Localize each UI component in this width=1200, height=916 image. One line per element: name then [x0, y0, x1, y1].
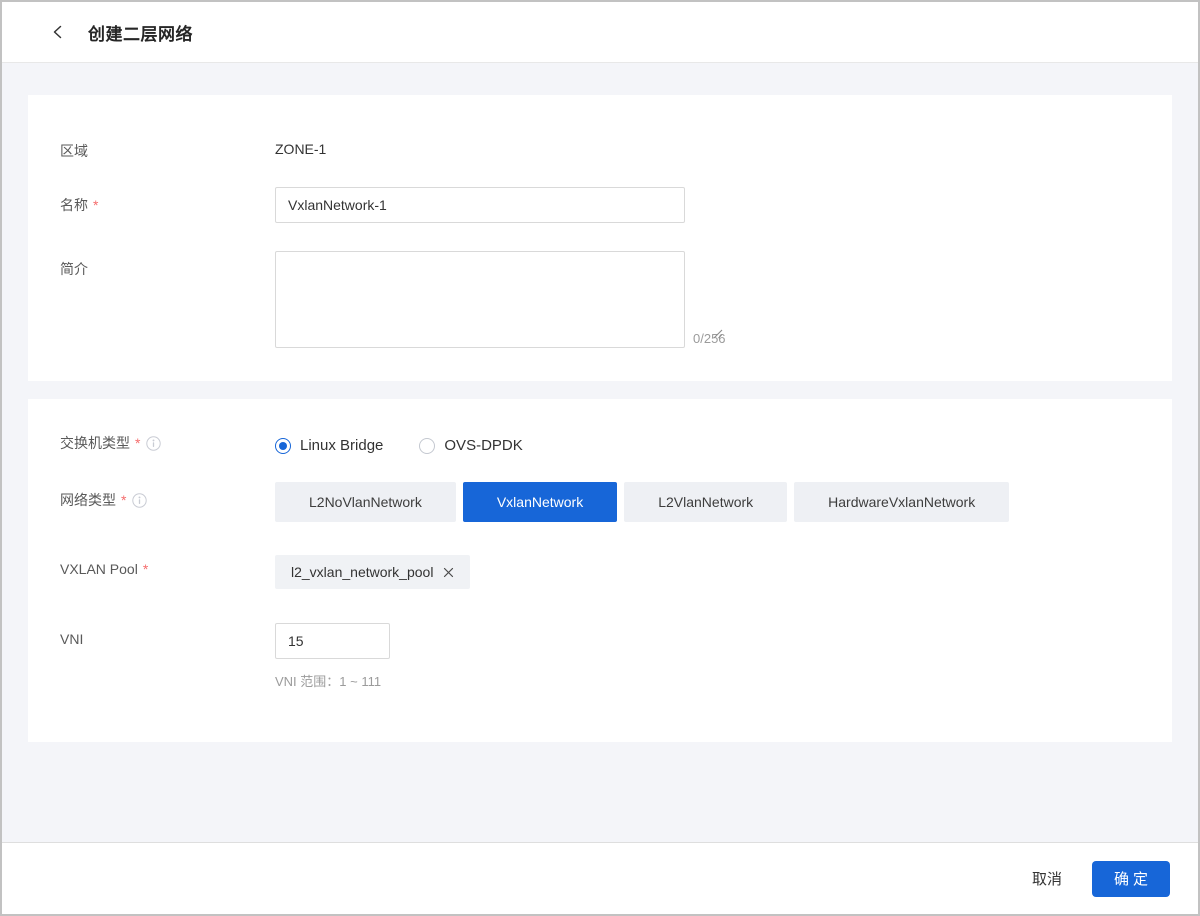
zone-row: 区域 ZONE-1 — [60, 133, 1140, 161]
vxlan-pool-tag-label: l2_vxlan_network_pool — [291, 564, 433, 580]
cancel-button[interactable]: 取消 — [1032, 868, 1062, 889]
required-asterisk: * — [143, 561, 148, 577]
radio-unselected-icon — [419, 438, 435, 454]
switch-type-label: 交换机类型 * — [60, 433, 275, 453]
vni-input[interactable] — [275, 623, 390, 659]
radio-linux-bridge[interactable]: Linux Bridge — [275, 437, 383, 454]
info-icon[interactable] — [132, 493, 147, 508]
description-textarea[interactable] — [275, 251, 685, 348]
description-row: 简介 0/256 — [60, 251, 1140, 348]
page-title: 创建二层网络 — [88, 20, 193, 45]
network-type-button-group: L2NoVlanNetwork VxlanNetwork L2VlanNetwo… — [275, 482, 1009, 522]
switch-type-row: 交换机类型 * Linux Bridge — [60, 433, 1140, 454]
required-asterisk: * — [121, 492, 126, 508]
confirm-button[interactable]: 确定 — [1092, 861, 1170, 897]
vxlan-pool-tag[interactable]: l2_vxlan_network_pool — [275, 555, 470, 589]
network-type-l2novlan-button[interactable]: L2NoVlanNetwork — [275, 482, 456, 522]
network-type-label: 网络类型 * — [60, 482, 275, 510]
network-type-row: 网络类型 * L2NoVlanNetwork VxlanNetwork L2Vl… — [60, 482, 1140, 522]
vni-row: VNI VNI 范围：1 ~ 111 — [60, 623, 1140, 690]
basic-info-card: 区域 ZONE-1 名称 * 简介 — [28, 95, 1172, 381]
create-l2-network-page: 创建二层网络 区域 ZONE-1 名称 * 简介 — [0, 0, 1200, 916]
network-settings-card: 交换机类型 * Linux Bridge — [28, 399, 1172, 742]
chevron-left-icon — [50, 24, 66, 40]
network-type-l2vlan-button[interactable]: L2VlanNetwork — [624, 482, 787, 522]
form-content: 区域 ZONE-1 名称 * 简介 — [2, 63, 1198, 842]
name-input[interactable] — [275, 187, 685, 223]
zone-label: 区域 — [60, 133, 275, 161]
name-label: 名称 * — [60, 187, 275, 215]
name-row: 名称 * — [60, 187, 1140, 223]
description-label: 简介 — [60, 251, 275, 279]
network-type-hardwarevxlan-button[interactable]: HardwareVxlanNetwork — [794, 482, 1009, 522]
action-footer: 取消 确定 — [2, 842, 1198, 914]
info-icon[interactable] — [146, 436, 161, 451]
tag-close-icon[interactable] — [443, 567, 454, 578]
vni-range-hint: VNI 范围：1 ~ 111 — [275, 671, 390, 690]
vni-label: VNI — [60, 623, 275, 647]
radio-ovs-dpdk[interactable]: OVS-DPDK — [419, 437, 522, 454]
description-textarea-wrap: 0/256 — [275, 251, 726, 348]
vxlan-pool-label: VXLAN Pool * — [60, 554, 275, 577]
back-button[interactable] — [46, 20, 70, 44]
required-asterisk: * — [93, 197, 98, 213]
vxlan-pool-row: VXLAN Pool * l2_vxlan_network_pool — [60, 554, 1140, 589]
switch-type-radio-group: Linux Bridge OVS-DPDK — [275, 433, 523, 454]
zone-value: ZONE-1 — [275, 133, 326, 157]
network-type-vxlan-button[interactable]: VxlanNetwork — [463, 482, 617, 522]
page-header: 创建二层网络 — [2, 2, 1198, 63]
vni-field-group: VNI 范围：1 ~ 111 — [275, 623, 390, 690]
radio-selected-icon — [275, 438, 291, 454]
required-asterisk: * — [135, 435, 140, 451]
char-counter: 0/256 — [693, 331, 726, 348]
